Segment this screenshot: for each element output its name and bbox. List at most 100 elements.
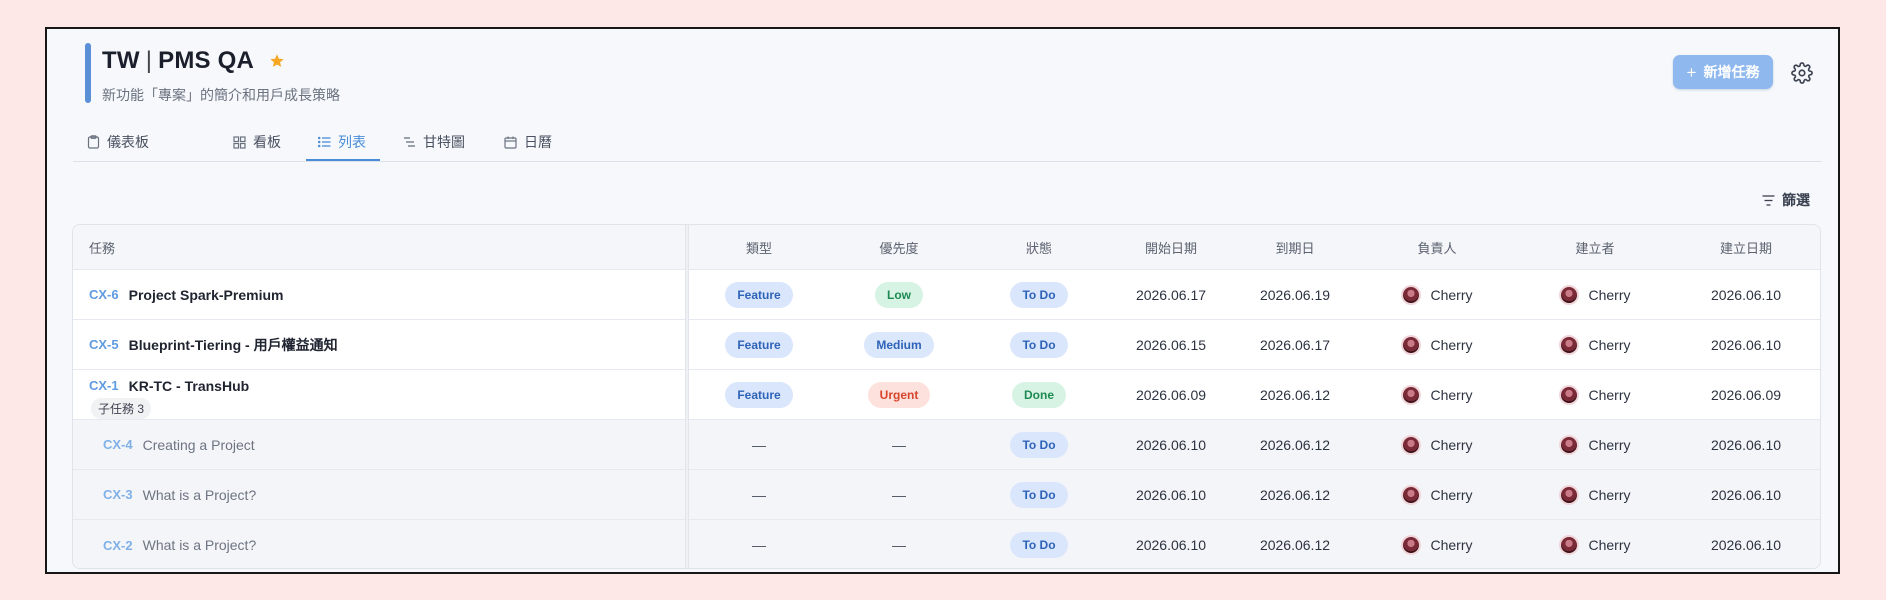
task-cell: CX-5 Blueprint-Tiering - 用戶權益通知 — [89, 320, 338, 369]
creator-name: Cherry — [1588, 486, 1631, 503]
status-badge[interactable]: To Do — [1010, 431, 1068, 458]
task-name[interactable]: What is a Project? — [143, 487, 257, 503]
task-id[interactable]: CX-2 — [103, 538, 133, 553]
table-header: 任務 類型 優先度 狀態 開始日期 到期日 負責人 建立者 建立日期 — [73, 225, 1820, 269]
task-id[interactable]: CX-6 — [89, 287, 119, 302]
table-row[interactable]: CX-1 KR-TC - TransHub 子任務 3 Feature Urge… — [73, 369, 1820, 419]
type-cell: Feature — [689, 270, 829, 319]
assignee-name: Cherry — [1430, 336, 1473, 353]
assignee-cell[interactable]: Cherry — [1357, 420, 1517, 469]
assignee-name: Cherry — [1430, 537, 1473, 553]
tab-gantt[interactable]: 甘特圖 — [403, 124, 465, 160]
task-name[interactable]: Creating a Project — [143, 437, 255, 453]
grid-icon — [233, 135, 246, 149]
table-row[interactable]: CX-6 Project Spark-Premium Feature Low T… — [73, 269, 1820, 319]
assignee-cell[interactable]: Cherry — [1357, 320, 1517, 369]
tab-list[interactable]: 列表 — [306, 124, 380, 161]
status-badge[interactable]: To Do — [1010, 481, 1068, 508]
avatar — [1401, 384, 1422, 405]
page-subtitle: 新功能「專案」的簡介和用戶成長策略 — [102, 87, 340, 103]
assignee-cell[interactable]: Cherry — [1357, 520, 1517, 568]
filter-label: 篩選 — [1782, 192, 1810, 208]
star-icon[interactable] — [269, 53, 285, 74]
tab-calendar[interactable]: 日曆 — [504, 124, 552, 160]
subtask-row[interactable]: CX-2 What is a Project? — — To Do 2026.0… — [73, 519, 1820, 568]
created-date: 2026.06.10 — [1710, 486, 1782, 503]
calendar-icon — [504, 136, 517, 149]
due-date[interactable]: 2026.06.12 — [1233, 470, 1357, 519]
avatar — [1559, 334, 1580, 355]
assignee-cell[interactable]: Cherry — [1357, 470, 1517, 519]
task-id[interactable]: CX-4 — [103, 437, 133, 452]
creator-cell: Cherry — [1517, 370, 1673, 419]
tab-calendar-label: 日曆 — [524, 134, 552, 150]
task-id[interactable]: CX-3 — [103, 487, 133, 502]
type-badge[interactable]: Feature — [725, 281, 793, 308]
tab-dashboard[interactable]: 儀表板 — [87, 124, 149, 160]
creator-name: Cherry — [1588, 286, 1631, 303]
task-name[interactable]: Blueprint-Tiering - 用戶權益通知 — [129, 335, 338, 355]
due-date[interactable]: 2026.06.12 — [1233, 520, 1357, 568]
type-badge[interactable]: Feature — [725, 331, 793, 358]
creator-name: Cherry — [1588, 537, 1631, 553]
priority-badge[interactable]: Medium — [864, 331, 934, 358]
table-row[interactable]: CX-5 Blueprint-Tiering - 用戶權益通知 Feature … — [73, 319, 1820, 369]
task-name[interactable]: What is a Project? — [143, 537, 257, 553]
status-badge[interactable]: To Do — [1010, 281, 1068, 308]
column-start-date[interactable]: 開始日期 — [1109, 225, 1233, 269]
priority-badge[interactable]: Low — [875, 281, 923, 308]
subtask-row[interactable]: CX-4 Creating a Project — — To Do 2026.0… — [73, 419, 1820, 469]
start-date[interactable]: 2026.06.09 — [1109, 370, 1233, 419]
column-type[interactable]: 類型 — [689, 225, 829, 269]
tab-list-label: 列表 — [338, 134, 366, 150]
column-status[interactable]: 狀態 — [969, 225, 1109, 269]
type-badge[interactable]: Feature — [725, 381, 793, 408]
status-badge[interactable]: To Do — [1010, 331, 1068, 358]
column-task[interactable]: 任務 — [89, 225, 115, 269]
status-badge[interactable]: To Do — [1010, 532, 1068, 558]
app-window: TW | PMS QA 新功能「專案」的簡介和用戶成長策略 + 新增任務 儀表板 看… — [45, 27, 1840, 574]
filter-button[interactable]: 篩選 — [1762, 190, 1810, 210]
avatar — [1559, 434, 1580, 455]
creator-cell: Cherry — [1517, 320, 1673, 369]
creator-name: Cherry — [1588, 336, 1631, 353]
start-date[interactable]: 2026.06.10 — [1109, 420, 1233, 469]
view-tabs: 儀表板 看板 列表 甘特圖 日曆 — [73, 124, 1822, 162]
start-date[interactable]: 2026.06.15 — [1109, 320, 1233, 369]
creator-name: Cherry — [1588, 386, 1631, 403]
assignee-cell[interactable]: Cherry — [1357, 270, 1517, 319]
column-created-date[interactable]: 建立日期 — [1673, 225, 1819, 269]
due-date[interactable]: 2026.06.12 — [1233, 420, 1357, 469]
task-name[interactable]: Project Spark-Premium — [129, 287, 284, 303]
gear-icon[interactable] — [1791, 62, 1813, 89]
column-due-date[interactable]: 到期日 — [1233, 225, 1357, 269]
assignee-cell[interactable]: Cherry — [1357, 370, 1517, 419]
start-date[interactable]: 2026.06.10 — [1109, 520, 1233, 568]
due-date[interactable]: 2026.06.17 — [1233, 320, 1357, 369]
task-id[interactable]: CX-5 — [89, 337, 119, 352]
status-badge[interactable]: Done — [1012, 381, 1066, 408]
frozen-column-divider[interactable] — [685, 225, 689, 568]
new-task-button[interactable]: + 新增任務 — [1673, 55, 1773, 89]
created-date: 2026.06.10 — [1710, 436, 1782, 453]
avatar — [1559, 384, 1580, 405]
assignee-name: Cherry — [1430, 486, 1473, 503]
start-date[interactable]: 2026.06.17 — [1109, 270, 1233, 319]
avatar — [1559, 484, 1580, 505]
subtask-row[interactable]: CX-3 What is a Project? — — To Do 2026.0… — [73, 469, 1820, 519]
plus-icon: + — [1686, 62, 1697, 82]
column-priority[interactable]: 優先度 — [829, 225, 969, 269]
task-id[interactable]: CX-1 — [89, 378, 119, 393]
tab-board[interactable]: 看板 — [233, 124, 281, 160]
priority-badge[interactable]: Urgent — [867, 381, 931, 408]
column-creator[interactable]: 建立者 — [1517, 225, 1673, 269]
task-name[interactable]: KR-TC - TransHub — [129, 378, 250, 394]
due-date[interactable]: 2026.06.12 — [1233, 370, 1357, 419]
subtask-count-badge[interactable]: 子任務 3 — [91, 398, 152, 419]
status-cell: To Do — [969, 320, 1109, 369]
column-assignee[interactable]: 負責人 — [1357, 225, 1517, 269]
start-date[interactable]: 2026.06.10 — [1109, 470, 1233, 519]
avatar — [1401, 334, 1422, 355]
status-cell: To Do — [969, 470, 1109, 519]
due-date[interactable]: 2026.06.19 — [1233, 270, 1357, 319]
